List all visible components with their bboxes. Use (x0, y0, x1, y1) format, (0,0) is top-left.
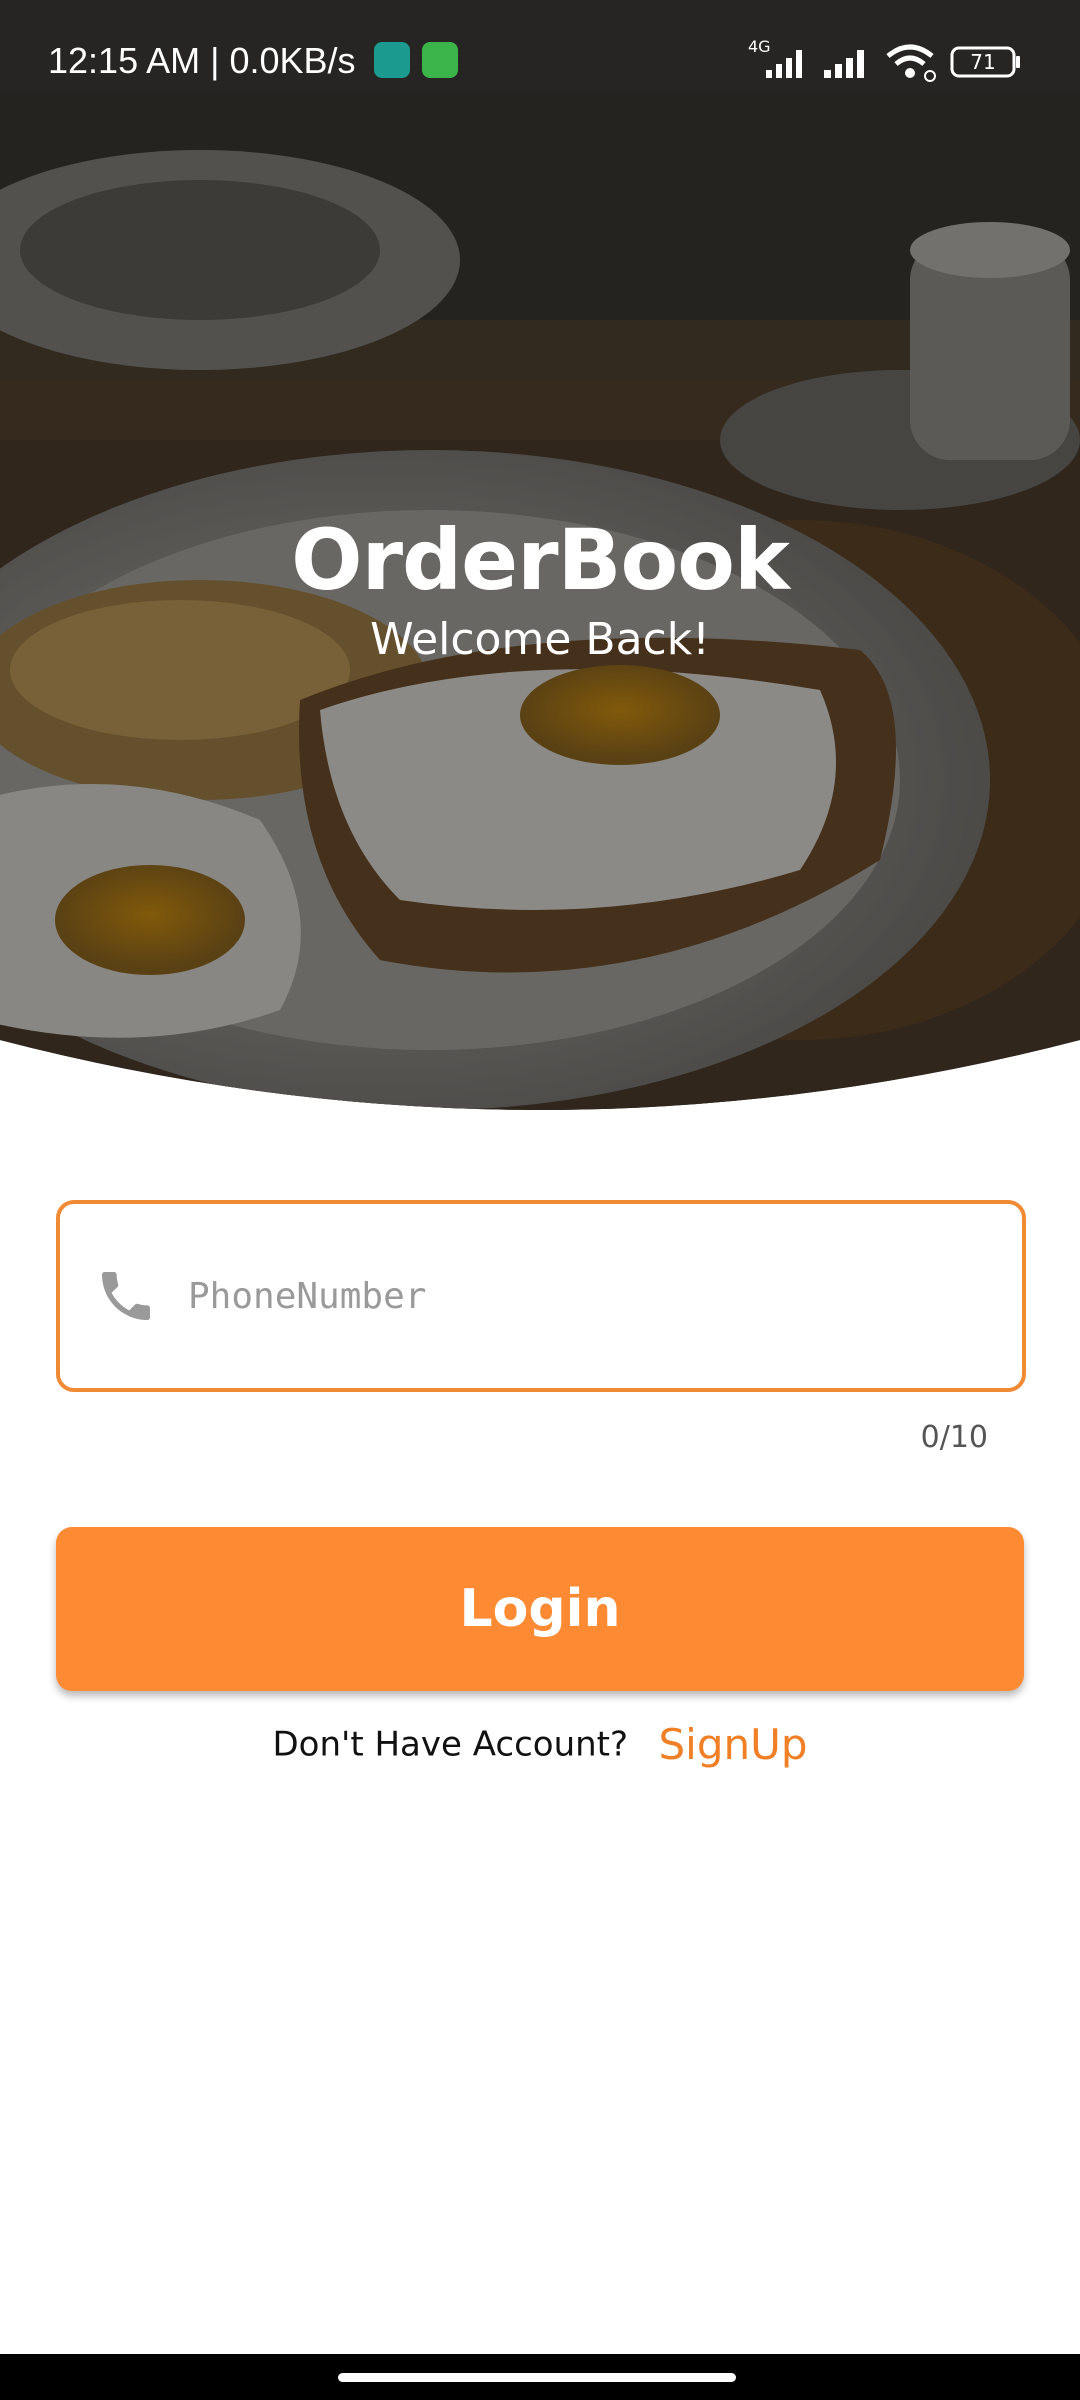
welcome-subtitle: Welcome Back! (370, 614, 710, 665)
status-time: 12:15 AM | 0.0KB/s (48, 40, 356, 81)
battery-level: 71 (970, 50, 995, 74)
navigation-bar (0, 2354, 1080, 2400)
phone-number-input[interactable] (188, 1254, 988, 1338)
home-indicator[interactable] (338, 2373, 736, 2382)
signup-link[interactable]: SignUp (659, 1720, 808, 1769)
signal-icon-2 (824, 50, 864, 78)
android-app-icon (422, 42, 458, 78)
signal-icon: 4G (748, 37, 802, 78)
wifi-icon (886, 44, 936, 82)
status-bar: 12:15 AM | 0.0KB/s 4G 71 (0, 0, 1080, 92)
login-button[interactable]: Login (56, 1527, 1024, 1691)
phone-number-field[interactable] (56, 1200, 1026, 1392)
app-title: OrderBook (291, 511, 790, 609)
phone-icon (102, 1272, 150, 1320)
notification-app-icon (374, 42, 410, 78)
battery-icon: 71 (950, 46, 1020, 78)
signup-prompt: Don't Have Account? (272, 1724, 629, 1765)
network-type-label: 4G (748, 37, 771, 56)
signup-row: Don't Have Account? SignUp (0, 1720, 1080, 1769)
login-screen: 12:15 AM | 0.0KB/s 4G 71 OrderBook Welco… (0, 0, 1080, 2400)
phone-char-counter: 0/10 (920, 1420, 988, 1455)
